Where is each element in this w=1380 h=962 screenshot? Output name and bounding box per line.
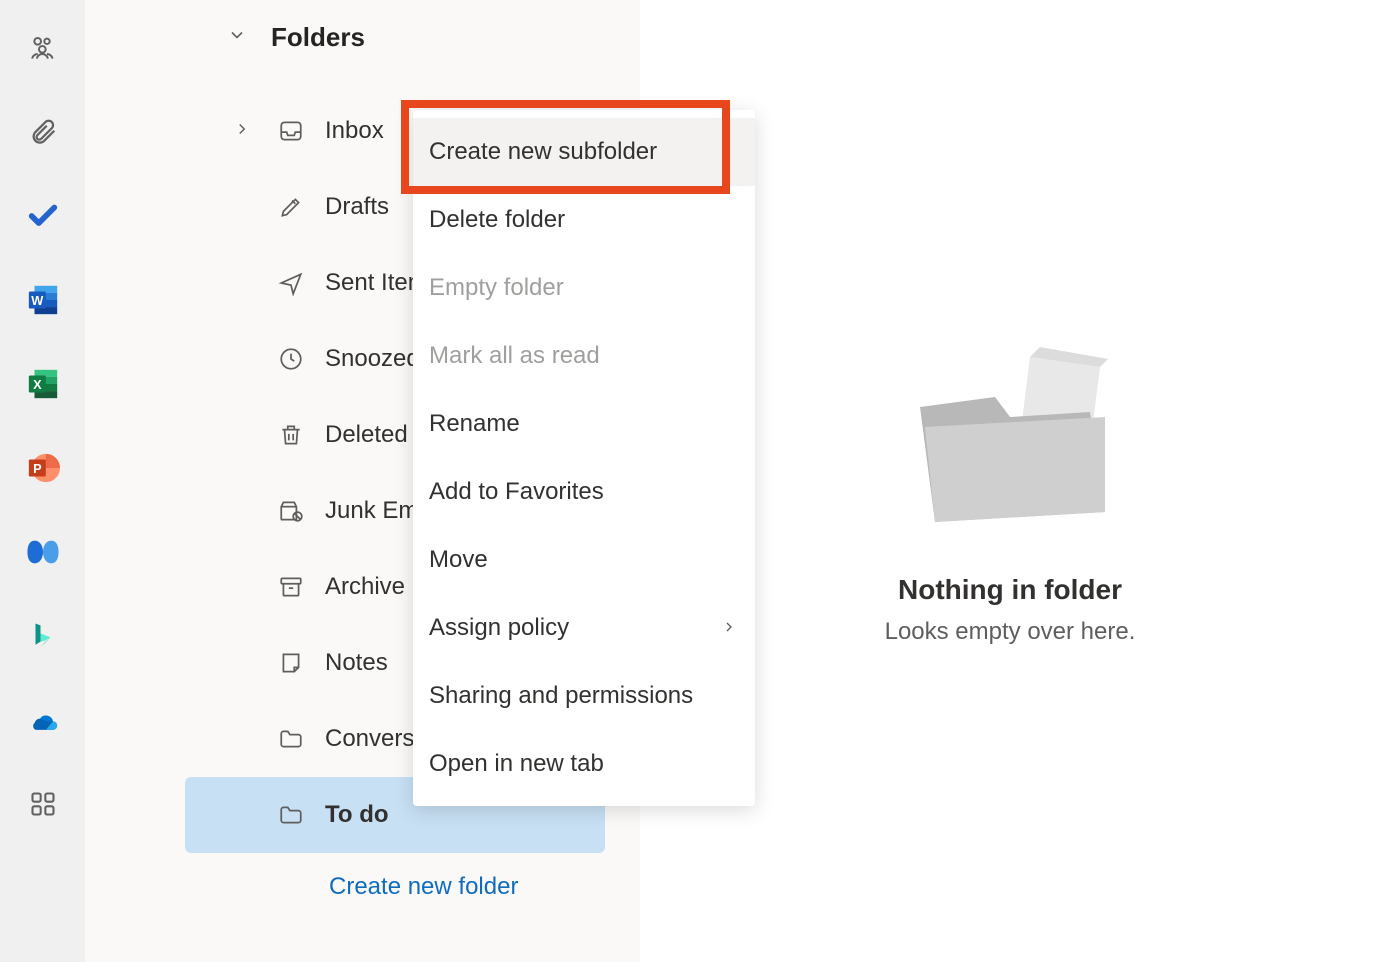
context-delete-folder[interactable]: Delete folder — [413, 186, 755, 254]
context-sharing[interactable]: Sharing and permissions — [413, 662, 755, 730]
chevron-right-icon — [233, 117, 251, 145]
context-assign-policy[interactable]: Assign policy — [413, 594, 755, 662]
people-icon[interactable] — [25, 30, 61, 66]
context-item-label: Rename — [429, 410, 520, 438]
context-item-label: Create new subfolder — [429, 138, 657, 166]
onedrive-icon[interactable] — [25, 702, 61, 738]
context-rename[interactable]: Rename — [413, 390, 755, 458]
empty-subtitle: Looks empty over here. — [885, 618, 1136, 646]
svg-text:X: X — [33, 377, 42, 392]
context-empty-folder: Empty folder — [413, 254, 755, 322]
todo-icon[interactable] — [25, 198, 61, 234]
svg-text:W: W — [31, 293, 44, 308]
apps-icon[interactable] — [25, 786, 61, 822]
context-add-favorites[interactable]: Add to Favorites — [413, 458, 755, 526]
folders-header[interactable]: Folders — [85, 22, 640, 53]
folder-icon — [277, 801, 305, 829]
context-move[interactable]: Move — [413, 526, 755, 594]
folder-label: Snoozed — [325, 345, 420, 373]
context-create-subfolder[interactable]: Create new subfolder — [413, 118, 755, 186]
context-item-label: Empty folder — [429, 274, 564, 302]
deleted-icon — [277, 421, 305, 449]
chevron-right-icon — [721, 614, 737, 642]
folder-label: To do — [325, 801, 389, 829]
context-item-label: Delete folder — [429, 206, 565, 234]
app-rail: W X P — [0, 0, 85, 962]
folder-label: Archive — [325, 573, 405, 601]
notes-icon — [277, 649, 305, 677]
svg-text:P: P — [33, 461, 42, 476]
context-item-label: Mark all as read — [429, 342, 600, 370]
empty-folder-illustration — [880, 317, 1140, 542]
folder-label: Drafts — [325, 193, 389, 221]
folder-icon — [277, 725, 305, 753]
chevron-down-icon — [227, 25, 247, 50]
folders-title: Folders — [271, 22, 365, 53]
powerpoint-icon[interactable]: P — [25, 450, 61, 486]
folder-label: Inbox — [325, 117, 384, 145]
context-item-label: Add to Favorites — [429, 478, 604, 506]
context-open-new-tab[interactable]: Open in new tab — [413, 730, 755, 798]
bing-icon[interactable] — [25, 618, 61, 654]
word-icon[interactable]: W — [25, 282, 61, 318]
archive-icon — [277, 573, 305, 601]
folder-pane: Folders Inbox Drafts Sent Items Snoozed … — [85, 0, 640, 962]
folder-label: Notes — [325, 649, 388, 677]
context-menu: Create new subfolder Delete folder Empty… — [413, 110, 755, 806]
context-item-label: Move — [429, 546, 488, 574]
inbox-icon — [277, 117, 305, 145]
empty-title: Nothing in folder — [898, 574, 1122, 606]
drafts-icon — [277, 193, 305, 221]
context-mark-read: Mark all as read — [413, 322, 755, 390]
context-item-label: Sharing and permissions — [429, 682, 693, 710]
junk-icon — [277, 497, 305, 525]
viva-icon[interactable] — [25, 534, 61, 570]
create-folder-link[interactable]: Create new folder — [85, 873, 640, 901]
excel-icon[interactable]: X — [25, 366, 61, 402]
context-item-label: Assign policy — [429, 614, 569, 642]
attach-icon[interactable] — [25, 114, 61, 150]
snoozed-icon — [277, 345, 305, 373]
sent-icon — [277, 269, 305, 297]
context-item-label: Open in new tab — [429, 750, 604, 778]
